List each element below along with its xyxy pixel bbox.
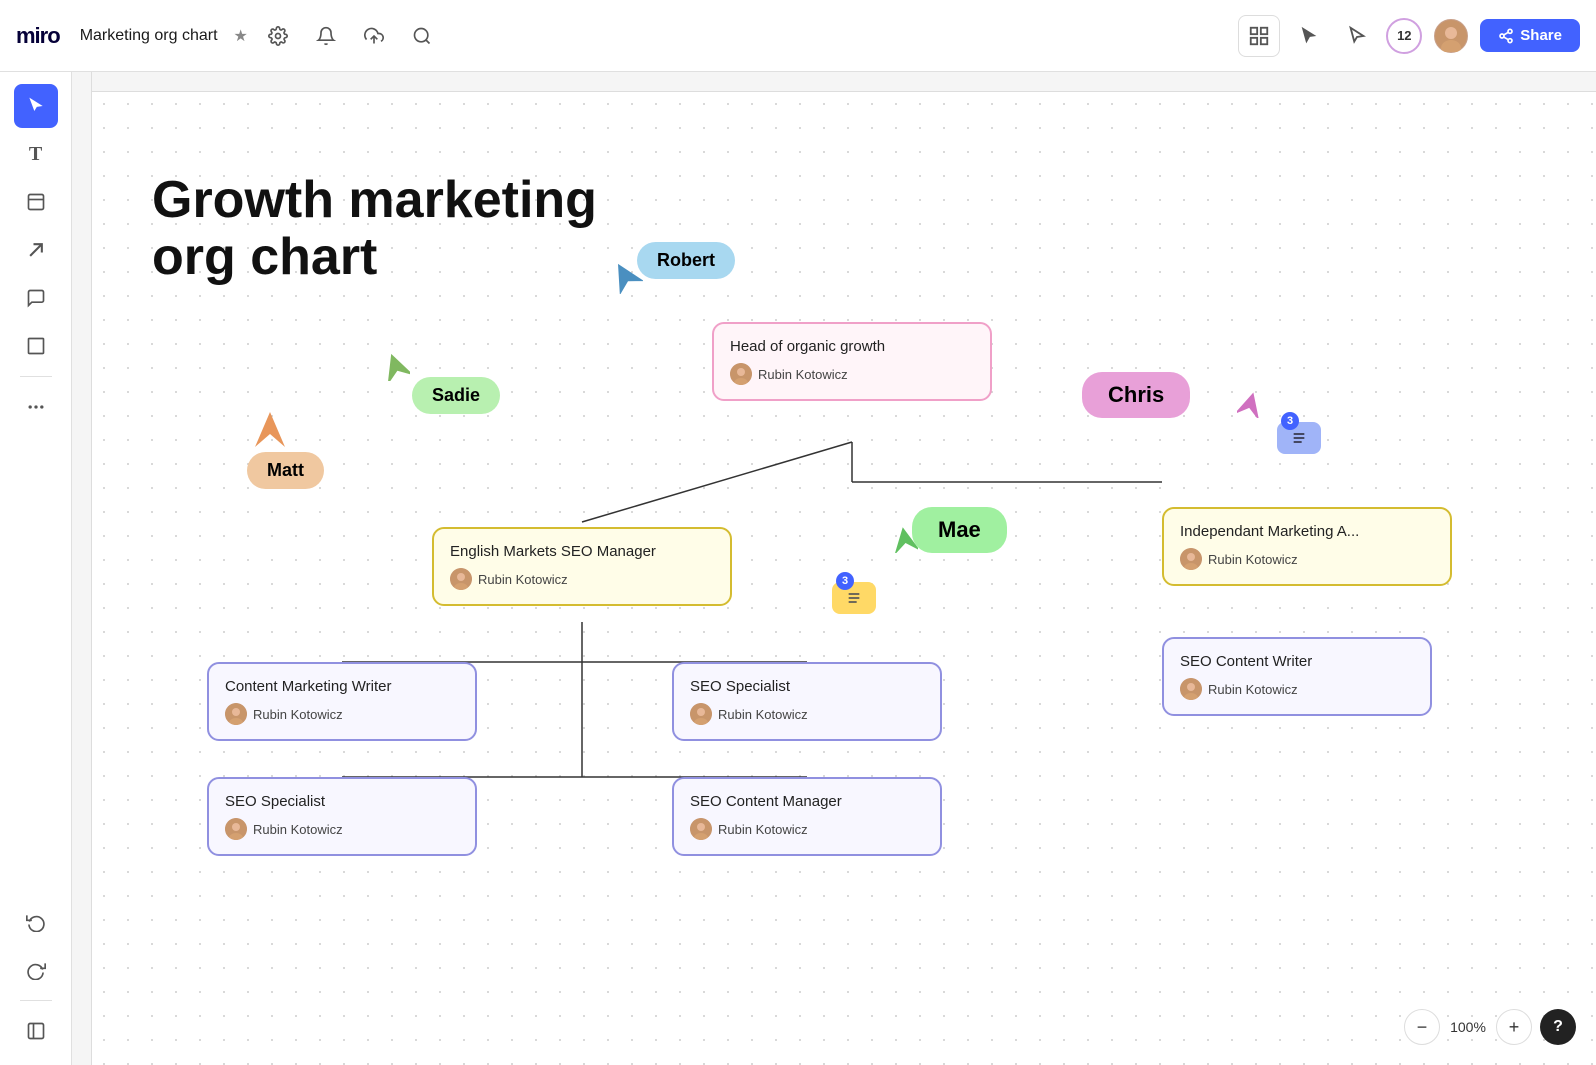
topbar-right: 12 Share <box>1238 15 1580 57</box>
more-tools[interactable] <box>14 385 58 429</box>
zoom-controls: − 100% + ? <box>1404 1009 1576 1045</box>
redo-button[interactable] <box>14 948 58 992</box>
org-box-indep-mktg[interactable]: Independant Marketing A... Rubin Kotowic… <box>1162 507 1452 586</box>
cursor-label-matt: Matt <box>247 452 324 489</box>
org-box-content-writer[interactable]: Content Marketing Writer Rubin Kotowicz <box>207 662 477 741</box>
left-toolbar: T <box>0 72 72 1065</box>
org-box-seo-content-mgr[interactable]: SEO Content Manager Rubin Kotowicz <box>672 777 942 856</box>
org-box-head-organic[interactable]: Head of organic growth Rubin Kotowicz <box>712 322 992 401</box>
comment-tool[interactable] <box>14 276 58 320</box>
settings-icon[interactable] <box>260 18 296 54</box>
share-button[interactable]: Share <box>1480 19 1580 52</box>
help-button[interactable]: ? <box>1540 1009 1576 1045</box>
user-avatar-small <box>730 363 752 385</box>
star-icon[interactable]: ★ <box>234 26 248 46</box>
org-box-seo-content-writer[interactable]: SEO Content Writer Rubin Kotowicz <box>1162 637 1432 716</box>
bubble-count-2: 3 <box>1281 412 1299 430</box>
topbar: miro Marketing org chart ★ 12 Share <box>0 0 1596 72</box>
user-avatar-small <box>225 818 247 840</box>
user-avatar-small <box>1180 548 1202 570</box>
pointer-tool-icon[interactable] <box>1338 17 1376 55</box>
ruler-horizontal <box>72 72 1596 92</box>
cursor-label-sadie: Sadie <box>412 377 500 414</box>
cursor-label-robert: Robert <box>637 242 735 279</box>
zoom-out-button[interactable]: − <box>1404 1009 1440 1045</box>
frame-tool[interactable] <box>14 324 58 368</box>
chart-title: Growth marketing org chart <box>152 172 597 286</box>
cursor-label-chris: Chris <box>1082 372 1190 418</box>
text-tool[interactable]: T <box>14 132 58 176</box>
cursor-label-mae: Mae <box>912 507 1007 553</box>
collaborator-count[interactable]: 12 <box>1386 18 1422 54</box>
select-tool[interactable] <box>14 84 58 128</box>
logo[interactable]: miro <box>16 23 60 49</box>
undo-button[interactable] <box>14 900 58 944</box>
chat-bubble-2[interactable]: 3 <box>1277 422 1321 454</box>
canvas[interactable]: Growth marketing org chart Robert Sadie <box>92 92 1596 1065</box>
user-avatar[interactable] <box>1432 17 1470 55</box>
sticky-tool[interactable] <box>14 180 58 224</box>
bubble-count-1: 3 <box>836 572 854 590</box>
user-avatar-small <box>1180 678 1202 700</box>
bell-icon[interactable] <box>308 18 344 54</box>
org-box-seo-spec-1[interactable]: SEO Specialist Rubin Kotowicz <box>672 662 942 741</box>
cursor-tool-icon[interactable] <box>1290 17 1328 55</box>
apps-grid-icon[interactable] <box>1238 15 1280 57</box>
ruler-vertical <box>72 72 92 1065</box>
doc-title[interactable]: Marketing org chart <box>80 27 218 45</box>
arrow-tool[interactable] <box>14 228 58 272</box>
search-icon[interactable] <box>404 18 440 54</box>
cursor-robert: Robert <box>637 242 735 279</box>
zoom-in-button[interactable]: + <box>1496 1009 1532 1045</box>
user-avatar-small <box>225 703 247 725</box>
upload-icon[interactable] <box>356 18 392 54</box>
org-box-seo-spec-2[interactable]: SEO Specialist Rubin Kotowicz <box>207 777 477 856</box>
user-avatar-small <box>690 818 712 840</box>
zoom-level: 100% <box>1448 1019 1488 1035</box>
panel-toggle[interactable] <box>14 1009 58 1053</box>
chat-bubble-1[interactable]: 3 <box>832 582 876 614</box>
user-avatar-small <box>690 703 712 725</box>
org-box-eng-seo-mgr[interactable]: English Markets SEO Manager Rubin Kotowi… <box>432 527 732 606</box>
user-avatar-small <box>450 568 472 590</box>
